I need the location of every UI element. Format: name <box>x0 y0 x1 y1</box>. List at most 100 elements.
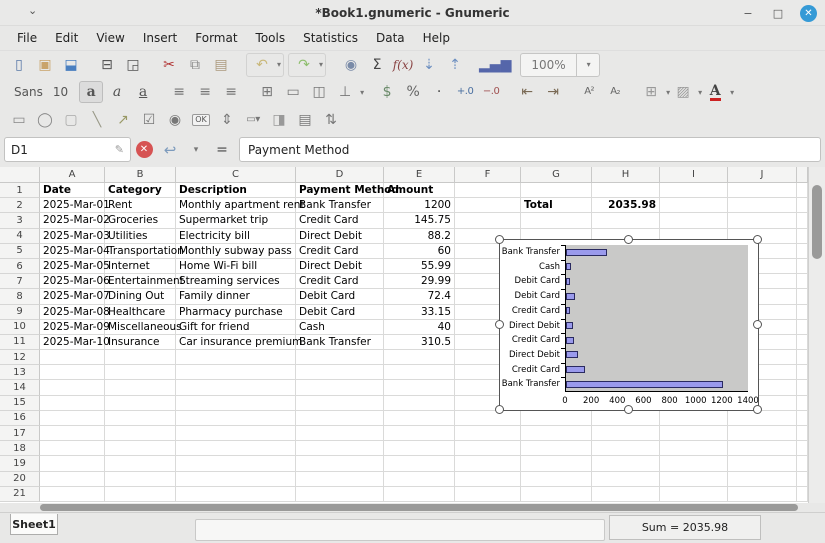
cell-B10[interactable]: Miscellaneous <box>105 320 176 335</box>
cell-C20[interactable] <box>176 472 296 487</box>
chart-selection-handle[interactable] <box>495 320 504 329</box>
cell-H21[interactable] <box>592 487 660 502</box>
cell-J20[interactable] <box>728 472 797 487</box>
cell-H18[interactable] <box>592 441 660 456</box>
cell-C8[interactable]: Family dinner <box>176 289 296 304</box>
subscript-button[interactable]: A₂ <box>603 81 627 103</box>
col-header-F[interactable]: F <box>455 167 521 183</box>
cell-B21[interactable] <box>105 487 176 502</box>
borders-button[interactable]: ⊞ <box>639 81 663 103</box>
menu-tools[interactable]: Tools <box>247 28 295 48</box>
cell-C19[interactable] <box>176 456 296 471</box>
cell-G2[interactable]: Total <box>521 198 592 213</box>
cell-partial-11[interactable] <box>797 335 808 350</box>
cell-E21[interactable] <box>384 487 455 502</box>
cell-C5[interactable]: Monthly subway pass <box>176 244 296 259</box>
menu-file[interactable]: File <box>8 28 46 48</box>
cell-J3[interactable] <box>728 213 797 228</box>
cell-G19[interactable] <box>521 456 592 471</box>
cell-partial-21[interactable] <box>797 487 808 502</box>
accept-menu-button[interactable]: ▾ <box>183 137 209 162</box>
cell-C16[interactable] <box>176 411 296 426</box>
row-header-11[interactable]: 11 <box>0 335 40 350</box>
col-header-H[interactable]: H <box>592 167 660 183</box>
cell-B19[interactable] <box>105 456 176 471</box>
format-money-button[interactable]: $ <box>375 81 399 103</box>
cell-H1[interactable] <box>592 183 660 198</box>
cell-I2[interactable] <box>660 198 728 213</box>
accept-edit-button[interactable]: ↩ <box>157 137 183 162</box>
col-header-C[interactable]: C <box>176 167 296 183</box>
cell-D4[interactable]: Direct Debit <box>296 229 384 244</box>
cell-G17[interactable] <box>521 426 592 441</box>
font-color-dropdown-icon[interactable]: ▾ <box>730 88 734 97</box>
zoom-dropdown-icon[interactable]: ▾ <box>576 54 599 76</box>
cell-A9[interactable]: 2025-Mar-08 <box>40 305 105 320</box>
center-across-selection-button[interactable]: ⊞ <box>255 81 279 103</box>
open-file-button[interactable]: ▣ <box>33 54 57 76</box>
superscript-button[interactable]: A² <box>577 81 601 103</box>
cell-E6[interactable]: 55.99 <box>384 259 455 274</box>
col-header-A[interactable]: A <box>40 167 105 183</box>
insert-chart-button[interactable]: ▂▄▆ <box>479 54 511 76</box>
tab-sheet1[interactable]: Sheet1 <box>10 514 58 535</box>
cell-partial-7[interactable] <box>797 274 808 289</box>
menu-data[interactable]: Data <box>367 28 414 48</box>
row-header-10[interactable]: 10 <box>0 320 40 335</box>
cell-F21[interactable] <box>455 487 521 502</box>
insert-scrollbar-button[interactable]: ⇕ <box>215 109 239 131</box>
cell-I17[interactable] <box>660 426 728 441</box>
insert-hyperlink-button[interactable]: ◉ <box>339 54 363 76</box>
increase-indent-button[interactable]: ⇥ <box>541 81 565 103</box>
cell-I18[interactable] <box>660 441 728 456</box>
cell-F2[interactable] <box>455 198 521 213</box>
print-button[interactable]: ⊟ <box>95 54 119 76</box>
cell-F3[interactable] <box>455 213 521 228</box>
row-header-17[interactable]: 17 <box>0 426 40 441</box>
increase-precision-button[interactable]: +.0 <box>453 81 477 103</box>
chart-selection-handle[interactable] <box>495 405 504 414</box>
cell-D19[interactable] <box>296 456 384 471</box>
cell-D7[interactable]: Credit Card <box>296 274 384 289</box>
cell-C6[interactable]: Home Wi-Fi bill <box>176 259 296 274</box>
chart-selection-handle[interactable] <box>753 235 762 244</box>
cell-A1[interactable]: Date <box>40 183 105 198</box>
cell-A18[interactable] <box>40 441 105 456</box>
cell-E10[interactable]: 40 <box>384 320 455 335</box>
cell-J16[interactable] <box>728 411 797 426</box>
align-center-button[interactable]: ≡ <box>193 81 217 103</box>
cell-B14[interactable] <box>105 380 176 395</box>
close-button[interactable]: ✕ <box>800 5 817 22</box>
cell-D18[interactable] <box>296 441 384 456</box>
thousands-separator-button[interactable]: · <box>427 81 451 103</box>
cell-C15[interactable] <box>176 396 296 411</box>
cell-E7[interactable]: 29.99 <box>384 274 455 289</box>
row-header-15[interactable]: 15 <box>0 396 40 411</box>
row-header-16[interactable]: 16 <box>0 411 40 426</box>
row-header-3[interactable]: 3 <box>0 213 40 228</box>
cell-partial-3[interactable] <box>797 213 808 228</box>
row-header-20[interactable]: 20 <box>0 472 40 487</box>
cell-B4[interactable]: Utilities <box>105 229 176 244</box>
cell-D1[interactable]: Payment Method <box>296 183 384 198</box>
cell-A13[interactable] <box>40 365 105 380</box>
cell-D17[interactable] <box>296 426 384 441</box>
cell-E5[interactable]: 60 <box>384 244 455 259</box>
cut-button[interactable]: ✂ <box>157 54 181 76</box>
align-left-button[interactable]: ≡ <box>167 81 191 103</box>
zoom-select[interactable]: 100%▾ <box>520 53 599 77</box>
cell-B17[interactable] <box>105 426 176 441</box>
merge-cells-button[interactable]: ▭ <box>281 81 305 103</box>
cell-E4[interactable]: 88.2 <box>384 229 455 244</box>
col-header-I[interactable]: I <box>660 167 728 183</box>
row-header-21[interactable]: 21 <box>0 487 40 502</box>
new-file-button[interactable]: ▯ <box>7 54 31 76</box>
cell-C9[interactable]: Pharmacy purchase <box>176 305 296 320</box>
cell-A2[interactable]: 2025-Mar-01 <box>40 198 105 213</box>
cell-G20[interactable] <box>521 472 592 487</box>
cell-H3[interactable] <box>592 213 660 228</box>
row-header-4[interactable]: 4 <box>0 229 40 244</box>
cell-C14[interactable] <box>176 380 296 395</box>
font-size-select[interactable]: 10 <box>51 85 78 99</box>
cell-D14[interactable] <box>296 380 384 395</box>
